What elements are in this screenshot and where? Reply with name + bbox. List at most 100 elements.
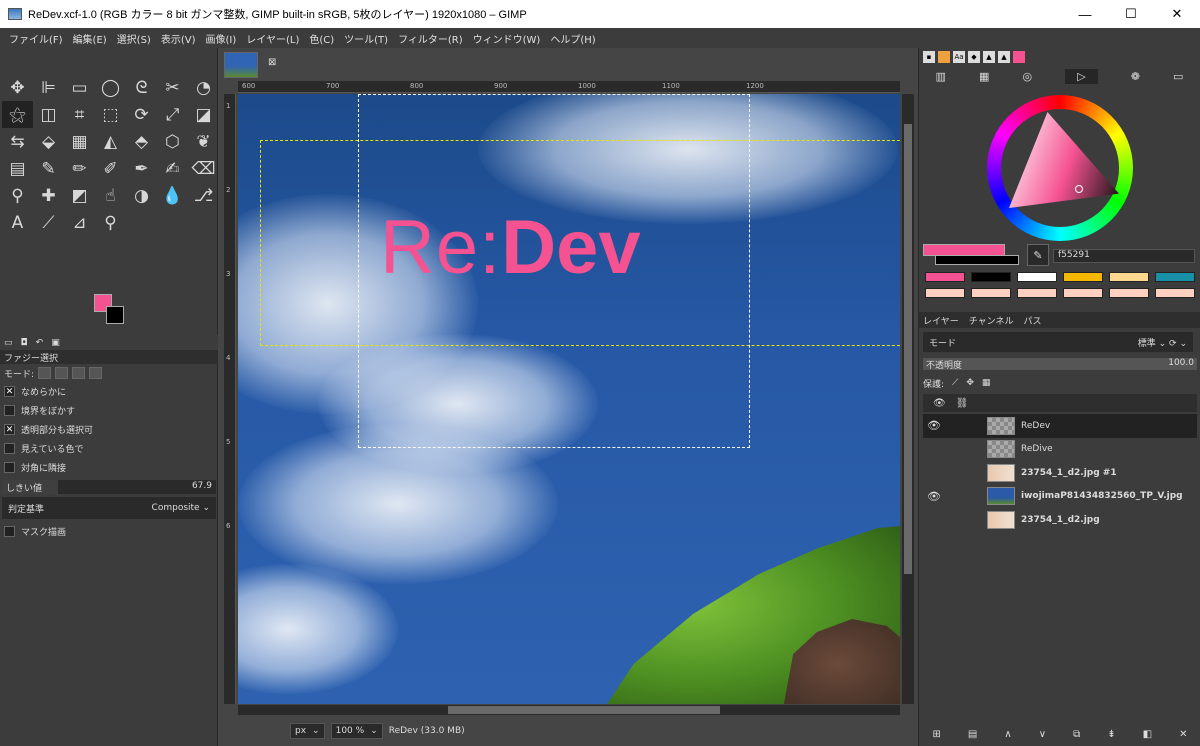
layer-row[interactable]: ReDive (923, 438, 1197, 462)
color-swatch[interactable] (1155, 272, 1195, 282)
menu-item[interactable]: フィルター(R) (393, 31, 468, 46)
option-checkbox[interactable]: 対角に隣接 (0, 458, 218, 477)
dodge-burn-icon[interactable]: ◑ (126, 182, 157, 209)
flip-tool-icon[interactable]: ⇆ (2, 128, 33, 155)
tab-layers[interactable]: レイヤー (923, 314, 959, 327)
watercolor-icon[interactable]: ❁ (1131, 70, 1140, 83)
tab-icon[interactable]: ▲ (998, 51, 1010, 63)
tab-channels[interactable]: チャンネル (969, 314, 1014, 327)
color-swatch[interactable] (1109, 288, 1149, 298)
merge-down-icon[interactable]: ⇟ (1107, 729, 1115, 740)
option-checkbox[interactable]: ✕ 透明部分も選択可 (0, 420, 218, 439)
blur-tool-icon[interactable]: 💧 (157, 182, 188, 209)
dock-background-color[interactable] (935, 255, 1019, 265)
checkbox-box[interactable] (4, 443, 15, 454)
checkbox-box[interactable]: ✕ (4, 386, 15, 397)
menu-item[interactable]: 編集(E) (68, 31, 112, 46)
device-status-tab-icon[interactable]: ◘ (21, 338, 28, 348)
ink-icon[interactable]: ✒ (126, 155, 157, 182)
images-tab-icon[interactable]: ▣ (51, 338, 60, 348)
lock-pixels-icon[interactable]: ⟋ (952, 378, 958, 388)
tab-icon[interactable]: ▲ (983, 51, 995, 63)
paintbrush-icon[interactable]: ✎ (33, 155, 64, 182)
warp-icon[interactable]: ❦ (188, 128, 219, 155)
perspective-tool-icon[interactable]: ⬙ (33, 128, 64, 155)
color-swatch[interactable] (925, 272, 965, 282)
tool-options-tab-icon[interactable]: ▭ (4, 338, 13, 348)
foreground-select-icon[interactable]: ◔ (188, 74, 219, 101)
shear-tool-icon[interactable]: ◪ (188, 101, 219, 128)
move-tool-icon[interactable]: ✥ (2, 74, 33, 101)
color-pointer[interactable] (1075, 185, 1083, 193)
color-picker-button[interactable]: ✎ (1027, 244, 1049, 266)
tab-icon[interactable] (938, 51, 950, 63)
vertical-scrollbar[interactable] (902, 94, 914, 704)
menu-item[interactable]: 表示(V) (156, 31, 201, 46)
clone-tool-icon[interactable]: ⚲ (2, 182, 33, 209)
color-swatch[interactable] (1063, 272, 1103, 282)
warp-transform-icon[interactable]: ◭ (95, 128, 126, 155)
scissors-select-icon[interactable]: ✂ (157, 74, 188, 101)
undo-history-tab-icon[interactable]: ↶ (36, 338, 44, 348)
mode-subtract-button[interactable] (72, 367, 86, 379)
fuzzy-select-icon[interactable]: ⚝ (2, 101, 33, 128)
layer-row[interactable]: 👁 ReDev (923, 414, 1197, 438)
unified-transform-icon[interactable]: ⬚ (95, 101, 126, 128)
opacity-slider[interactable]: 不透明度 100.0 (923, 358, 1197, 371)
mode-replace-button[interactable] (38, 367, 52, 379)
canvas-viewport[interactable]: Re:Dev (238, 94, 900, 704)
paths-tool-icon[interactable]: ⎇ (188, 182, 219, 209)
option-checkbox[interactable]: ✕ なめらかに (0, 382, 218, 401)
color-swatch[interactable] (1017, 288, 1057, 298)
new-layer-icon[interactable]: ⊞ (933, 729, 941, 740)
menu-item[interactable]: ウィンドウ(W) (468, 31, 546, 46)
maximize-button[interactable]: ☐ (1108, 0, 1154, 28)
rect-select-icon[interactable]: ▭ (64, 74, 95, 101)
layer-row[interactable]: 👁 iwojimaP81434832560_TP_V.jpg (923, 485, 1197, 509)
visibility-eye-icon[interactable]: 👁 (923, 419, 945, 432)
duplicate-layer-icon[interactable]: ⧉ (1073, 729, 1080, 740)
draw-mask-box[interactable] (4, 526, 15, 537)
scales-icon[interactable]: ◎ (1023, 70, 1033, 83)
palette-icon[interactable]: ▭ (1173, 70, 1183, 83)
ellipse-select-icon[interactable]: ◯ (95, 74, 126, 101)
colors-tab-icon[interactable] (1013, 51, 1025, 63)
color-picker-icon[interactable]: ⟋ (33, 209, 64, 236)
free-select-icon[interactable]: ᘓ (126, 74, 157, 101)
smudge-tool-icon[interactable]: ☝ (95, 182, 126, 209)
fg-bg-colors[interactable] (94, 294, 128, 328)
color-swatch[interactable] (1155, 288, 1195, 298)
mypaint-brush-icon[interactable]: ✍ (157, 155, 188, 182)
horizontal-ruler[interactable]: 600 700 800 900 1000 1100 1200 (238, 81, 900, 93)
layer-row[interactable]: 23754_1_d2.jpg (923, 508, 1197, 532)
wheel-icon[interactable]: ▷ (1065, 68, 1098, 84)
mode-intersect-button[interactable] (89, 367, 103, 379)
cmyk-icon[interactable]: ▦ (979, 70, 989, 83)
image-tab-thumbnail[interactable] (224, 52, 258, 78)
mask-icon[interactable]: ◧ (1143, 729, 1152, 740)
menu-item[interactable]: 画像(I) (201, 31, 242, 46)
eraser-icon[interactable]: ⌫ (188, 155, 219, 182)
dock-fg-bg[interactable] (923, 244, 1021, 268)
close-button[interactable]: ✕ (1154, 0, 1200, 28)
lock-position-icon[interactable]: ✥ (966, 378, 974, 388)
menu-item[interactable]: ファイル(F) (4, 31, 68, 46)
pencil-icon[interactable]: ✏ (64, 155, 95, 182)
tab-icon[interactable]: ◆ (968, 51, 980, 63)
minimize-button[interactable]: — (1062, 0, 1108, 28)
checkbox-box[interactable]: ✕ (4, 424, 15, 435)
airbrush-icon[interactable]: ✐ (95, 155, 126, 182)
zoom-select[interactable]: 100 % ⌄ (330, 723, 383, 739)
align-tool-icon[interactable]: ⊫ (33, 74, 64, 101)
option-checkbox[interactable]: 境界をぼかす (0, 401, 218, 420)
new-group-icon[interactable]: ▤ (968, 729, 977, 740)
menu-item[interactable]: 選択(S) (112, 31, 156, 46)
zoom-tool-icon[interactable]: ⚲ (95, 209, 126, 236)
image-tab-close-icon[interactable]: ⊠ (268, 57, 276, 68)
text-tool-icon[interactable]: A (2, 209, 33, 236)
color-swatch[interactable] (1109, 272, 1149, 282)
tab-icon[interactable]: Aa (953, 51, 965, 63)
layer-mode-select[interactable]: モード 標準 ⌄ ⟳ ⌄ (923, 332, 1193, 352)
vertical-scroll-thumb[interactable] (904, 124, 912, 574)
menu-item[interactable]: レイヤー(L) (241, 31, 304, 46)
